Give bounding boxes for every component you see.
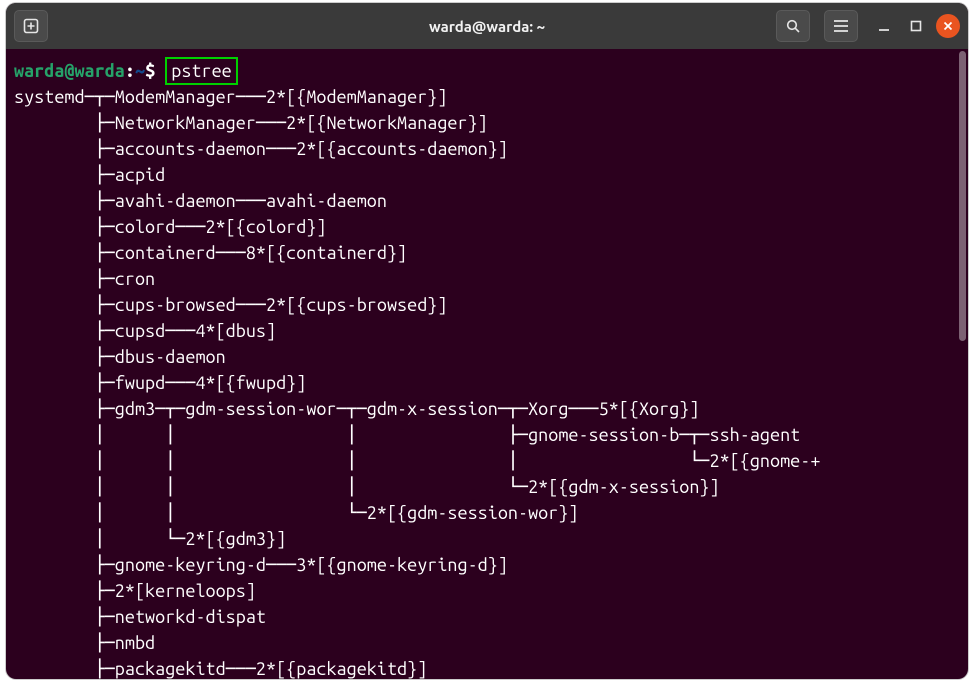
pstree-output: systemd─┬─ModemManager───2*[{ModemManage… — [14, 87, 820, 679]
prompt-userhost: warda@warda — [14, 61, 125, 81]
new-tab-button[interactable] — [14, 10, 48, 42]
menu-button[interactable] — [824, 10, 858, 42]
titlebar: warda@warda: ~ — [6, 3, 968, 49]
prompt-sep: : — [125, 61, 135, 81]
new-tab-icon — [22, 17, 40, 35]
terminal-content: warda@warda:~$ pstree systemd─┬─ModemMan… — [14, 57, 968, 679]
hamburger-menu-icon — [833, 19, 849, 33]
search-icon — [785, 18, 801, 34]
terminal-viewport[interactable]: warda@warda:~$ pstree systemd─┬─ModemMan… — [6, 49, 968, 679]
prompt-dollar: $ — [145, 61, 155, 81]
maximize-button[interactable] — [904, 14, 928, 38]
prompt-path: ~ — [135, 61, 145, 81]
terminal-window: warda@warda: ~ — [6, 3, 968, 679]
scrollbar-thumb[interactable] — [959, 51, 966, 341]
command-highlight: pstree — [165, 57, 237, 85]
close-button[interactable] — [936, 14, 960, 38]
maximize-icon — [910, 20, 922, 32]
minimize-button[interactable] — [872, 14, 896, 38]
close-icon — [942, 20, 954, 32]
command-text: pstree — [171, 61, 231, 81]
search-button[interactable] — [776, 10, 810, 42]
minimize-icon — [877, 19, 891, 33]
